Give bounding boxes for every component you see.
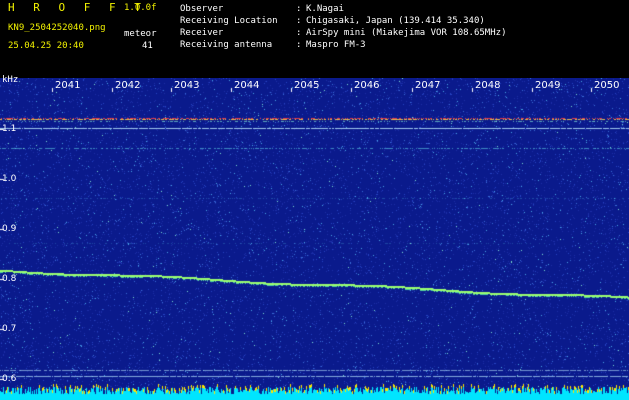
header-panel: H R O F F T 1.0.0f KN9_2504252040.png 25…	[0, 0, 629, 78]
observation-datetime: 25.04.25 20:40	[8, 41, 84, 51]
observer-separator: :	[296, 4, 302, 14]
receiver-value: AirSpy mini (Miakejima VOR 108.65MHz)	[306, 28, 507, 38]
antenna-separator: :	[296, 40, 302, 50]
y-tick-label: 1.0	[2, 174, 17, 184]
x-tick-label: 2050	[594, 80, 620, 91]
x-tick-label: 2044	[234, 80, 260, 91]
spectrogram-canvas	[0, 78, 629, 400]
receiver-label: Receiver	[180, 28, 224, 38]
x-tick-label: 2042	[115, 80, 141, 91]
antenna-value: Maspro FM-3	[306, 40, 366, 50]
receiver-separator: :	[296, 28, 302, 38]
x-tick-label: 2046	[354, 80, 380, 91]
x-tick-label: 2043	[174, 80, 200, 91]
observer-value: K.Nagai	[306, 4, 344, 14]
location-separator: :	[296, 16, 302, 26]
y-tick-label: 0.8	[2, 274, 17, 284]
frequency-unit-label: kHz	[2, 75, 19, 85]
file-name: KN9_2504252040.png	[8, 23, 106, 33]
y-tick-label: 0.7	[2, 324, 17, 334]
x-tick-label: 2047	[415, 80, 441, 91]
y-tick-label: 0.6	[2, 374, 17, 384]
observer-label: Observer	[180, 4, 224, 14]
meteor-label: meteor	[124, 29, 157, 39]
location-value: Chigasaki, Japan (139.414 35.340)	[306, 16, 485, 26]
y-tick-label: 0.9	[2, 224, 17, 234]
antenna-label: Receiving antenna	[180, 40, 273, 50]
x-tick-label: 2041	[55, 80, 81, 91]
location-label: Receiving Location	[180, 16, 278, 26]
x-tick-label: 2049	[535, 80, 561, 91]
meteor-count: 41	[142, 41, 153, 51]
x-tick-label: 2045	[294, 80, 320, 91]
app-version: 1.0.0f	[124, 3, 157, 13]
x-tick-label: 2048	[475, 80, 501, 91]
y-tick-label: 1.1	[2, 124, 17, 134]
